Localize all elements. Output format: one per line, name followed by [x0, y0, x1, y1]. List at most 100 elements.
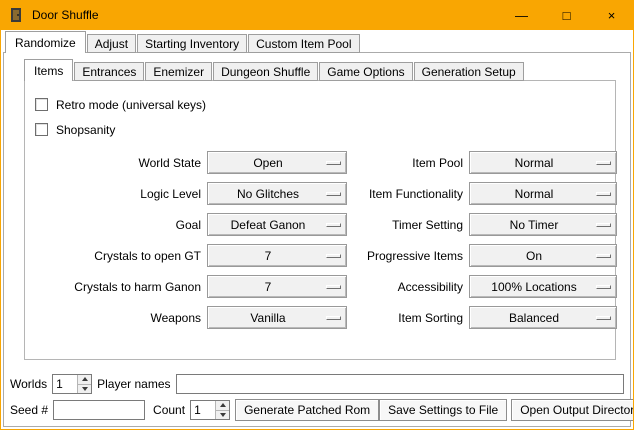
world-state-label: World State [33, 156, 201, 170]
worlds-label: Worlds [10, 377, 47, 391]
worlds-spinner[interactable] [52, 374, 92, 394]
spin-up-icon[interactable] [215, 401, 229, 410]
crystals-ganon-dropdown[interactable]: 7 [207, 275, 347, 298]
accessibility-value: 100% Locations [470, 280, 598, 294]
dropdown-indicator-icon [596, 316, 611, 320]
tab-starting-inventory[interactable]: Starting Inventory [137, 34, 247, 53]
seed-row: Seed # Count Generate Patched Rom Save S… [10, 399, 624, 421]
item-functionality-label: Item Functionality [353, 187, 463, 201]
titlebar[interactable]: Door Shuffle — □ × [0, 0, 634, 30]
timer-setting-value: No Timer [470, 218, 598, 232]
weapons-label: Weapons [33, 311, 201, 325]
retro-mode-checkbox-row[interactable]: Retro mode (universal keys) [35, 95, 609, 114]
tab-dungeon-shuffle[interactable]: Dungeon Shuffle [213, 62, 318, 81]
progressive-items-value: On [470, 249, 598, 263]
weapons-value: Vanilla [208, 311, 328, 325]
accessibility-label: Accessibility [353, 280, 463, 294]
timer-setting-label: Timer Setting [353, 218, 463, 232]
generate-patched-rom-button[interactable]: Generate Patched Rom [235, 399, 379, 421]
seed-input[interactable] [53, 400, 145, 420]
goal-dropdown[interactable]: Defeat Ganon [207, 213, 347, 236]
tab-items[interactable]: Items [24, 59, 73, 81]
randomize-pane: Items Entrances Enemizer Dungeon Shuffle… [3, 52, 631, 427]
tab-entrances[interactable]: Entrances [74, 62, 144, 81]
world-state-dropdown[interactable]: Open [207, 151, 347, 174]
item-sorting-label: Item Sorting [353, 311, 463, 325]
world-state-value: Open [208, 156, 328, 170]
dropdown-indicator-icon [596, 254, 611, 258]
dropdown-indicator-icon [596, 285, 611, 289]
spin-up-icon[interactable] [77, 375, 91, 384]
dropdown-indicator-icon [326, 316, 341, 320]
spin-down-icon[interactable] [215, 410, 229, 420]
items-pane: Retro mode (universal keys) Shopsanity W… [24, 80, 616, 360]
worlds-input[interactable] [53, 375, 77, 393]
item-pool-dropdown[interactable]: Normal [469, 151, 617, 174]
dropdown-indicator-icon [326, 285, 341, 289]
tab-enemizer[interactable]: Enemizer [145, 62, 212, 81]
progressive-items-dropdown[interactable]: On [469, 244, 617, 267]
secondary-tab-bar: Items Entrances Enemizer Dungeon Shuffle… [4, 58, 630, 81]
minimize-button[interactable]: — [499, 0, 544, 30]
tab-generation-setup[interactable]: Generation Setup [414, 62, 524, 81]
retro-mode-label: Retro mode (universal keys) [56, 98, 206, 112]
tab-randomize[interactable]: Randomize [5, 31, 86, 53]
window-body: Randomize Adjust Starting Inventory Cust… [1, 30, 633, 429]
shopsanity-checkbox[interactable] [35, 123, 48, 136]
item-sorting-value: Balanced [470, 311, 598, 325]
item-pool-label: Item Pool [353, 156, 463, 170]
item-functionality-value: Normal [470, 187, 598, 201]
timer-setting-dropdown[interactable]: No Timer [469, 213, 617, 236]
tab-custom-item-pool[interactable]: Custom Item Pool [248, 34, 359, 53]
options-grid: World State Open Item Pool Normal Logic … [33, 151, 609, 329]
tab-game-options[interactable]: Game Options [319, 62, 412, 81]
maximize-button[interactable]: □ [544, 0, 589, 30]
item-functionality-dropdown[interactable]: Normal [469, 182, 617, 205]
worlds-row: Worlds Player names [10, 374, 624, 394]
logic-level-dropdown[interactable]: No Glitches [207, 182, 347, 205]
count-spinner-arrows [215, 401, 229, 419]
window-title: Door Shuffle [32, 8, 99, 22]
item-pool-value: Normal [470, 156, 598, 170]
goal-value: Defeat Ganon [208, 218, 328, 232]
dropdown-indicator-icon [596, 161, 611, 165]
count-spinner[interactable] [190, 400, 230, 420]
weapons-dropdown[interactable]: Vanilla [207, 306, 347, 329]
dropdown-indicator-icon [596, 192, 611, 196]
item-sorting-dropdown[interactable]: Balanced [469, 306, 617, 329]
seed-label: Seed # [10, 403, 48, 417]
app-window: Door Shuffle — □ × Randomize Adjust Star… [0, 0, 634, 430]
crystals-ganon-label: Crystals to harm Ganon [33, 280, 201, 294]
player-names-input[interactable] [176, 374, 625, 394]
app-icon [8, 7, 24, 23]
open-output-directory-button[interactable]: Open Output Directory [511, 399, 633, 421]
accessibility-dropdown[interactable]: 100% Locations [469, 275, 617, 298]
shopsanity-checkbox-row[interactable]: Shopsanity [35, 120, 609, 139]
logic-level-label: Logic Level [33, 187, 201, 201]
crystals-ganon-value: 7 [208, 280, 328, 294]
spin-down-icon[interactable] [77, 384, 91, 394]
retro-mode-checkbox[interactable] [35, 98, 48, 111]
dropdown-indicator-icon [326, 192, 341, 196]
dropdown-indicator-icon [596, 223, 611, 227]
crystals-gt-dropdown[interactable]: 7 [207, 244, 347, 267]
dropdown-indicator-icon [326, 161, 341, 165]
dropdown-indicator-icon [326, 223, 341, 227]
crystals-gt-value: 7 [208, 249, 328, 263]
primary-tab-bar: Randomize Adjust Starting Inventory Cust… [1, 30, 633, 53]
save-settings-button[interactable]: Save Settings to File [379, 399, 507, 421]
count-input[interactable] [191, 401, 215, 419]
logic-level-value: No Glitches [208, 187, 328, 201]
crystals-gt-label: Crystals to open GT [33, 249, 201, 263]
player-names-label: Player names [97, 377, 170, 391]
dropdown-indicator-icon [326, 254, 341, 258]
tab-adjust[interactable]: Adjust [87, 34, 136, 53]
shopsanity-label: Shopsanity [56, 123, 115, 137]
worlds-spinner-arrows [77, 375, 91, 393]
window-controls: — □ × [499, 0, 634, 30]
progressive-items-label: Progressive Items [353, 249, 463, 263]
goal-label: Goal [33, 218, 201, 232]
bottom-controls: Worlds Player names Seed # Count [10, 369, 624, 421]
close-button[interactable]: × [589, 0, 634, 30]
count-label: Count [153, 403, 185, 417]
